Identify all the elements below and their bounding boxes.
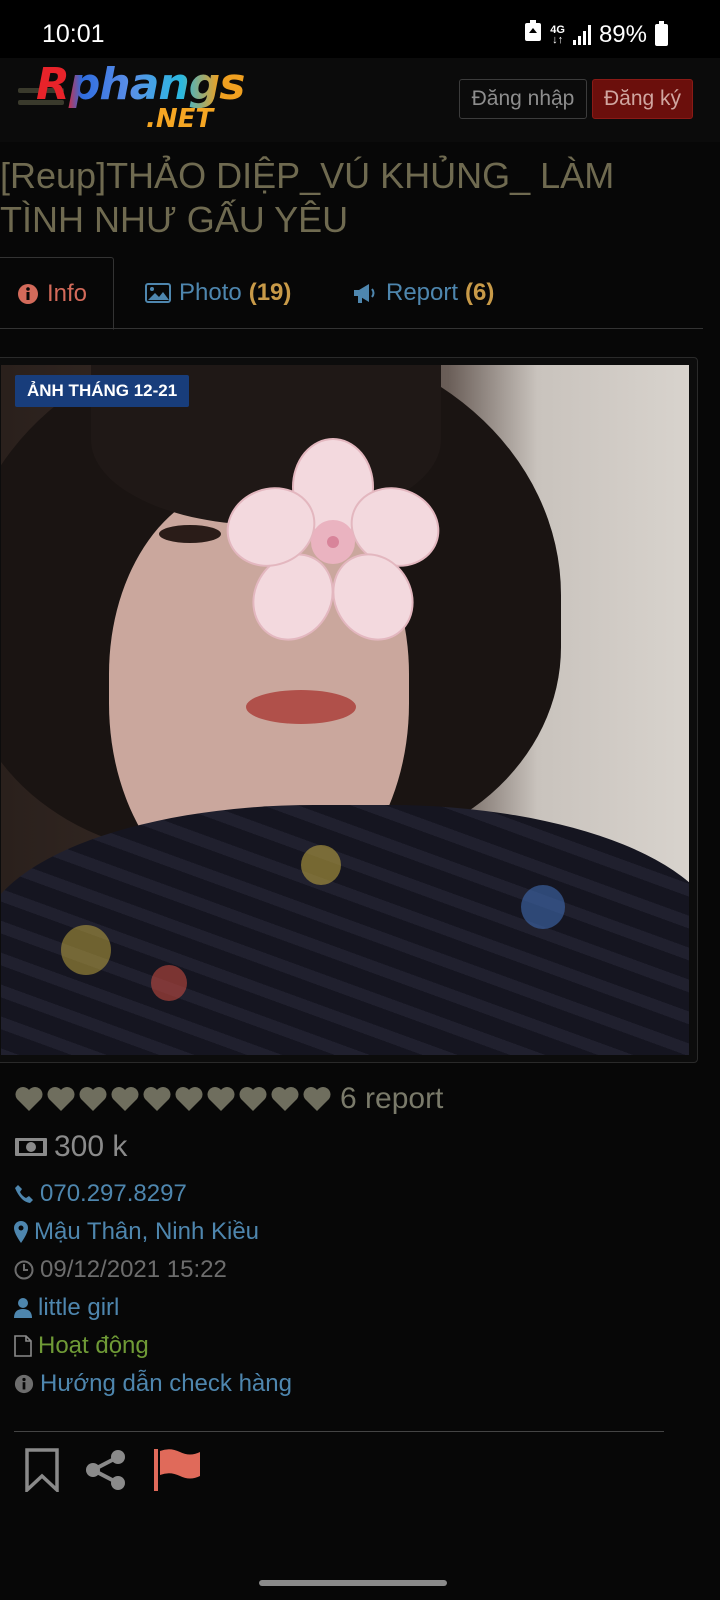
heart-icon xyxy=(143,1087,171,1111)
flower-sticker xyxy=(226,438,440,641)
profile-photo[interactable] xyxy=(1,365,689,1055)
heart-icon xyxy=(111,1087,139,1111)
image-icon xyxy=(145,283,171,303)
site-logo[interactable]: Rphangs .NET xyxy=(36,59,245,135)
price-row: 300 k xyxy=(14,1130,127,1164)
tab-info[interactable]: Info xyxy=(0,257,114,330)
heart-icon xyxy=(47,1087,75,1111)
guide-link: Hướng dẫn check hàng xyxy=(40,1370,292,1397)
tab-report-label: Report xyxy=(386,279,459,306)
info-icon xyxy=(14,1374,34,1394)
money-icon xyxy=(15,1138,47,1156)
phone-row[interactable]: 070.297.8297 xyxy=(14,1180,187,1208)
hearts xyxy=(14,1085,332,1113)
location-value: Mậu Thân, Ninh Kiều xyxy=(34,1218,260,1245)
info-icon xyxy=(18,283,38,304)
rating-row: 6 report xyxy=(14,1082,443,1116)
divider xyxy=(14,1431,664,1432)
page-title: [Reup]THẢO DIỆP_VÚ KHỦNG_ LÀM TÌNH NHƯ G… xyxy=(0,155,615,240)
photo-frame xyxy=(0,357,698,1063)
user-icon xyxy=(14,1298,32,1318)
logo-text: Rphangs xyxy=(36,59,245,110)
photo-month-badge: ẢNH THÁNG 12-21 xyxy=(15,375,190,407)
logo-net: .NET xyxy=(146,104,214,134)
datetime-value: 09/12/2021 15:22 xyxy=(40,1256,227,1283)
battery-icon xyxy=(655,20,668,46)
user-row[interactable]: little girl xyxy=(14,1294,119,1322)
site-header: Rphangs .NET Đăng nhập Đăng ký xyxy=(0,58,720,142)
register-button[interactable]: Đăng ký xyxy=(592,79,693,119)
tab-info-label: Info xyxy=(47,279,88,307)
tab-photo-label: Photo xyxy=(179,279,242,306)
file-icon xyxy=(14,1335,32,1357)
phone-value: 070.297.8297 xyxy=(40,1180,187,1207)
tab-photo-count: (19) xyxy=(248,279,292,306)
home-indicator[interactable] xyxy=(259,1580,447,1586)
heart-icon xyxy=(271,1087,299,1111)
heart-icon xyxy=(15,1087,43,1111)
status-icons: 4G ↓↑ 89% xyxy=(524,20,668,49)
tab-report[interactable]: Report (6) xyxy=(352,257,494,329)
recycle-battery-icon xyxy=(524,20,542,49)
status-time: 10:01 xyxy=(42,20,105,48)
map-marker-icon xyxy=(14,1221,28,1243)
login-button[interactable]: Đăng nhập xyxy=(459,79,587,119)
clock-icon xyxy=(14,1260,34,1280)
flag-icon[interactable] xyxy=(152,1447,202,1493)
heart-icon xyxy=(79,1087,107,1111)
user-value: little girl xyxy=(38,1294,120,1321)
datetime-row: 09/12/2021 15:22 xyxy=(14,1256,227,1284)
phone-icon xyxy=(15,1185,33,1203)
status-row: Hoạt động xyxy=(14,1332,149,1360)
heart-icon xyxy=(239,1087,267,1111)
bookmark-icon[interactable] xyxy=(24,1448,60,1492)
action-bar xyxy=(24,1447,202,1493)
tab-report-count: (6) xyxy=(465,279,495,306)
share-icon[interactable] xyxy=(84,1449,128,1491)
signal-icon xyxy=(572,24,591,45)
heart-icon xyxy=(175,1087,203,1111)
status-value: Hoạt động xyxy=(38,1332,149,1359)
rating-text: 6 report xyxy=(340,1082,444,1115)
network-type: 4G ↓↑ xyxy=(550,23,565,46)
tab-photo[interactable]: Photo (19) xyxy=(145,257,291,329)
battery-percent: 89% xyxy=(598,20,647,48)
guide-row[interactable]: Hướng dẫn check hàng xyxy=(14,1370,292,1398)
price-value: 300 k xyxy=(54,1130,128,1163)
heart-icon xyxy=(207,1087,235,1111)
heart-icon xyxy=(303,1087,331,1111)
location-row[interactable]: Mậu Thân, Ninh Kiều xyxy=(14,1218,259,1246)
tab-bar: Info Photo (19) Report (6) xyxy=(0,257,703,330)
bullhorn-icon xyxy=(354,284,375,303)
